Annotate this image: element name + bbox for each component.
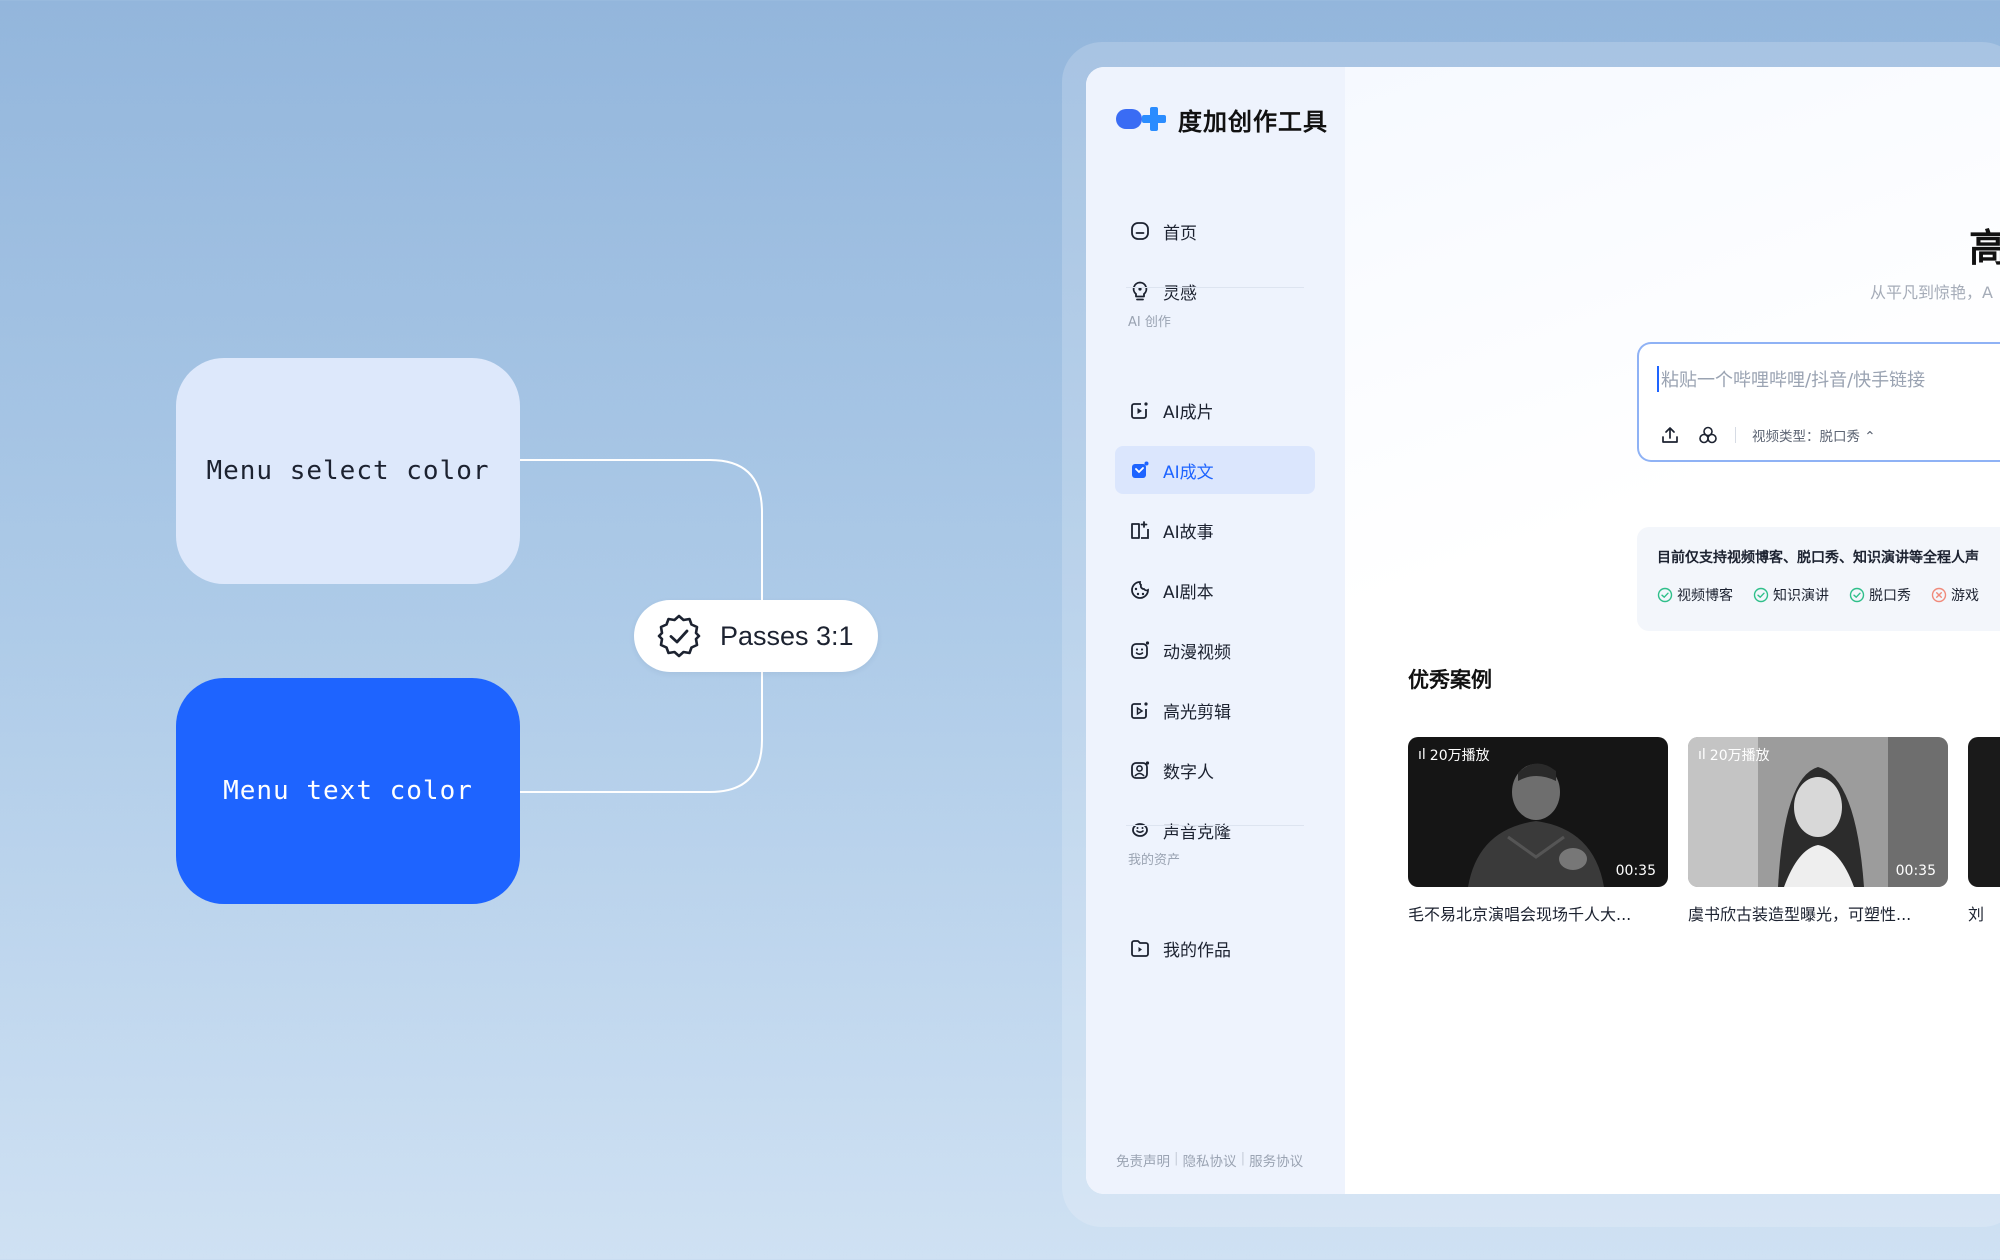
sidebar-item-anime-video[interactable]: 动漫视频 <box>1115 626 1315 674</box>
sidebar-item-inspiration[interactable]: 灵感 <box>1115 267 1315 315</box>
brand-name: 度加创作工具 <box>1178 107 1328 136</box>
article-icon <box>1132 461 1149 478</box>
case-card[interactable]: 刘 <box>1968 737 2000 925</box>
pass-label: Passes 3:1 <box>720 620 854 651</box>
sidebar-item-label: 动漫视频 <box>1163 642 1231 663</box>
support-info-box: 目前仅支持视频博客、脱口秀、知识演讲等全程人声 视频博客 知识演讲 脱口秀 游戏 <box>1637 527 2000 631</box>
plays-label: 20万播放 <box>1709 748 1770 764</box>
upload-icon[interactable] <box>1659 424 1681 446</box>
brand[interactable]: 度加创作工具 <box>1116 89 1328 149</box>
check-circle-icon <box>1657 587 1673 603</box>
sidebar-item-label: AI成片 <box>1163 402 1214 423</box>
nav-section-assets: 我的资产 <box>1128 853 1181 868</box>
card-thumbnail[interactable]: ıl 20万播放 00:35 <box>1408 737 1668 887</box>
sidebar-item-ai-film[interactable]: AI成片 <box>1115 386 1315 434</box>
brand-logo-icon <box>1116 107 1166 131</box>
contrast-pass-badge: Passes 3:1 <box>634 600 878 672</box>
separator: | <box>1240 1150 1246 1166</box>
card-plays: ıl 20万播放 <box>1418 745 1490 765</box>
check-circle-icon <box>1849 587 1865 603</box>
home-icon <box>1131 222 1149 240</box>
thumbnail-image <box>1968 737 2000 887</box>
video-play-icon <box>1131 402 1148 419</box>
nav-divider <box>1126 825 1304 826</box>
menu-select-color-swatch: Menu select color <box>176 358 520 584</box>
section-title: 优秀案例 <box>1408 668 1492 692</box>
sidebar-item-my-works[interactable]: 我的作品 <box>1115 924 1315 972</box>
card-thumbnail[interactable] <box>1968 737 2000 887</box>
sidebar-item-home[interactable]: 首页 <box>1115 207 1315 255</box>
link-input[interactable]: 粘贴一个哔哩哔哩/抖音/快手链接 <box>1657 366 1925 392</box>
verified-badge-icon <box>657 614 701 658</box>
tag-label: 知识演讲 <box>1773 588 1829 604</box>
tag-label: 脱口秀 <box>1869 588 1911 604</box>
card-title[interactable]: 毛不易北京演唱会现场千人大... <box>1408 901 1668 925</box>
card-thumbnail[interactable]: ıl 20万播放 00:35 <box>1688 737 1948 887</box>
menu-text-color-swatch: Menu text color <box>176 678 520 904</box>
sound-wave-icon: ıl <box>1418 747 1426 763</box>
sidebar-item-label: 首页 <box>1163 223 1197 244</box>
footer-links: 免责声明 | 隐私协议 | 服务协议 <box>1116 1150 1303 1170</box>
bulb-icon <box>1132 281 1148 301</box>
tag-label: 视频博客 <box>1677 588 1733 604</box>
sidebar-item-label: 数字人 <box>1163 762 1214 783</box>
link-input-box[interactable]: 粘贴一个哔哩哔哩/抖音/快手链接 视频类型：脱口秀 ⌃ <box>1637 342 2000 462</box>
app-window: 度加创作工具 首页 灵感 AI 创作 AI成片 AI成文 AI故事 AI剧本 动… <box>1086 67 2000 1194</box>
hero-title: 高 <box>1969 226 2000 270</box>
sidebar-item-label: AI成文 <box>1163 462 1214 483</box>
swatch-text-label: Menu text color <box>223 776 473 806</box>
swatch-select-label: Menu select color <box>206 456 490 486</box>
clip-icon <box>1131 702 1148 719</box>
sidebar-item-label: 灵感 <box>1163 283 1197 304</box>
privacy-link[interactable]: 隐私协议 <box>1183 1150 1237 1170</box>
sidebar-item-ai-story[interactable]: AI故事 <box>1115 506 1315 554</box>
palette-icon <box>1131 581 1149 599</box>
sidebar-item-highlight-edit[interactable]: 高光剪辑 <box>1115 686 1315 734</box>
card-duration: 00:35 <box>1895 863 1936 879</box>
input-toolbar: 视频类型：脱口秀 ⌃ <box>1659 424 1876 446</box>
sidebar-item-voice-clone[interactable]: 声音克隆 <box>1115 806 1315 854</box>
tag-standup: 脱口秀 <box>1849 585 1911 605</box>
sidebar-item-label: 高光剪辑 <box>1163 702 1231 723</box>
video-type-select[interactable]: 视频类型：脱口秀 ⌃ <box>1752 425 1876 445</box>
sidebar-item-ai-article[interactable]: AI成文 <box>1115 446 1315 494</box>
smile-face-icon <box>1131 641 1150 659</box>
tag-game: 游戏 <box>1931 585 1979 605</box>
voice-icon <box>1132 823 1148 837</box>
support-text: 目前仅支持视频博客、脱口秀、知识演讲等全程人声 <box>1657 550 1979 566</box>
case-card[interactable]: ıl 20万播放 00:35 虞书欣古装造型曝光，可塑性... <box>1688 737 1948 925</box>
toolbar-divider <box>1735 427 1736 443</box>
tag-label: 游戏 <box>1951 588 1979 604</box>
support-tags: 视频博客 知识演讲 脱口秀 游戏 <box>1657 585 1979 605</box>
service-link[interactable]: 服务协议 <box>1249 1150 1303 1170</box>
card-title[interactable]: 虞书欣古装造型曝光，可塑性... <box>1688 901 1948 925</box>
book-icon <box>1131 521 1149 539</box>
blend-icon[interactable] <box>1697 424 1719 446</box>
plays-label: 20万播放 <box>1429 748 1490 764</box>
sidebar-item-digital-human[interactable]: 数字人 <box>1115 746 1315 794</box>
person-icon <box>1131 761 1150 779</box>
hero-subtitle: 从平凡到惊艳，A <box>1870 283 1993 302</box>
separator: | <box>1174 1150 1179 1166</box>
cross-circle-icon <box>1931 587 1947 603</box>
sidebar-item-label: 我的作品 <box>1163 940 1231 961</box>
disclaimer-link[interactable]: 免责声明 <box>1116 1150 1170 1170</box>
card-duration: 00:35 <box>1615 863 1656 879</box>
nav-divider <box>1126 287 1304 288</box>
sidebar-item-label: AI故事 <box>1163 522 1214 543</box>
nav-section-ai: AI 创作 <box>1128 315 1171 330</box>
folder-icon <box>1131 940 1149 957</box>
card-plays: ıl 20万播放 <box>1698 745 1770 765</box>
sidebar-item-label: 声音克隆 <box>1163 822 1231 843</box>
case-card[interactable]: ıl 20万播放 00:35 毛不易北京演唱会现场千人大... <box>1408 737 1668 925</box>
sound-wave-icon: ıl <box>1698 747 1706 763</box>
sidebar-item-label: AI剧本 <box>1163 582 1214 603</box>
tag-vlog: 视频博客 <box>1657 585 1733 605</box>
sidebar-item-ai-script[interactable]: AI剧本 <box>1115 566 1315 614</box>
card-title[interactable]: 刘 <box>1968 901 2000 925</box>
main-content: 高 从平凡到惊艳，A 粘贴一个哔哩哔哩/抖音/快手链接 视频类型：脱口秀 ⌃ 目… <box>1345 67 2000 1194</box>
sidebar: 度加创作工具 首页 灵感 AI 创作 AI成片 AI成文 AI故事 AI剧本 动… <box>1086 67 1345 1194</box>
check-circle-icon <box>1753 587 1769 603</box>
tag-talk: 知识演讲 <box>1753 585 1829 605</box>
